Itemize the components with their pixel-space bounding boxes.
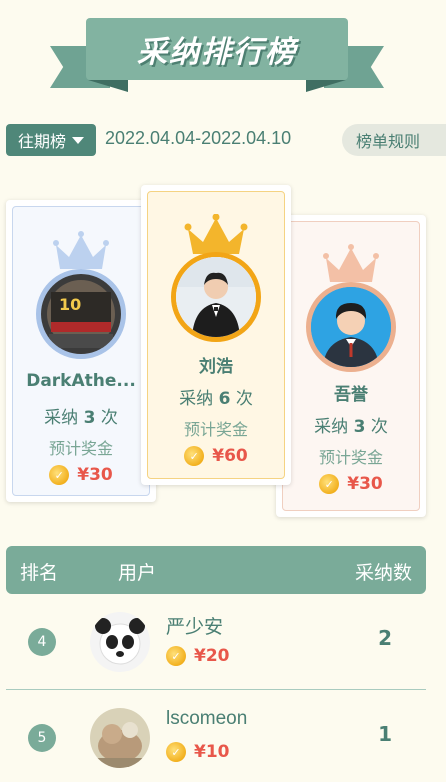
podium-card-rank-3[interactable]: 吾誉 采纳 3 次 预计奖金 ✓ ¥30: [276, 215, 426, 517]
adoption-count-suffix: 次: [100, 408, 118, 428]
adoption-count-prefix: 采纳: [179, 389, 214, 409]
user-name[interactable]: 刘浩: [148, 352, 284, 377]
avatar-image: [90, 708, 150, 768]
adoption-count-value: 3: [353, 417, 366, 437]
prize-value: ¥10: [194, 742, 230, 762]
period-dropdown-label: 往期榜: [17, 132, 66, 151]
title-banner: 采纳排行榜: [50, 16, 384, 96]
prize-amount: ✓ ¥30: [13, 465, 149, 485]
avatar: [90, 612, 150, 672]
bonus-label: 预计奖金: [318, 448, 383, 467]
avatar-image: [176, 257, 256, 337]
bonus-label: 预计奖金: [48, 439, 113, 458]
user-name[interactable]: lscomeon: [166, 708, 247, 730]
coin-icon: ✓: [166, 646, 186, 666]
adoption-count-suffix: 次: [235, 389, 253, 409]
adoption-count-prefix: 采纳: [314, 417, 349, 437]
rank-badge: 4: [28, 628, 56, 656]
adoption-count: 采纳 3 次: [283, 412, 419, 437]
adoption-count-value: 6: [218, 389, 231, 409]
adoption-count-suffix: 次: [370, 417, 388, 437]
coin-icon: ✓: [319, 474, 340, 494]
user-name[interactable]: 吾誉: [283, 380, 419, 405]
bonus-label: 预计奖金: [183, 420, 248, 439]
avatar-image: [90, 612, 150, 672]
prize-amount: ✓ ¥30: [283, 474, 419, 494]
avatar-image: 10: [41, 274, 121, 354]
prize-value: ¥30: [77, 465, 113, 485]
banner-body: 采纳排行榜: [86, 18, 348, 80]
column-header-user: 用户: [118, 562, 157, 584]
page-title: 采纳排行榜: [137, 35, 297, 70]
adoption-count: 采纳 6 次: [148, 384, 284, 409]
adoption-count: 2: [378, 626, 392, 650]
avatar: [90, 708, 150, 768]
ranking-table-header: 排名 用户 采纳数: [6, 546, 426, 594]
user-name[interactable]: 严少安: [166, 612, 223, 639]
adoption-count: 采纳 3 次: [13, 403, 149, 428]
column-header-count: 采纳数: [354, 562, 412, 584]
crown-icon: [184, 214, 248, 254]
crown-icon: [323, 244, 379, 282]
rank-badge: 5: [28, 724, 56, 752]
table-row[interactable]: 4 严少安 ✓ ¥20 2: [6, 594, 426, 690]
avatar: [306, 282, 396, 372]
adoption-count: 1: [378, 722, 392, 746]
crown-icon: [53, 231, 109, 269]
date-range: 2022.04.04-2022.04.10: [105, 128, 292, 148]
adoption-count-prefix: 采纳: [44, 408, 79, 428]
podium-card-rank-1[interactable]: 刘浩 采纳 6 次 预计奖金 ✓ ¥60: [141, 185, 291, 485]
coin-icon: ✓: [184, 446, 205, 466]
svg-text:10: 10: [59, 295, 81, 314]
table-row[interactable]: 5 lscomeon ✓ ¥10 1: [6, 690, 426, 782]
podium-card-inner: 10 DarkAthe... 采纳 3 次 预计奖金 ✓ ¥30: [12, 206, 150, 496]
podium-card-inner: 刘浩 采纳 6 次 预计奖金 ✓ ¥60: [147, 191, 285, 479]
adoption-count-value: 3: [83, 408, 96, 428]
avatar: [171, 252, 261, 342]
prize-amount: ✓ ¥20: [166, 646, 230, 666]
prize-amount: ✓ ¥10: [166, 742, 230, 762]
avatar-image: [311, 287, 391, 367]
caret-down-icon: [72, 136, 84, 144]
prize-value: ¥60: [212, 446, 248, 466]
prize-value: ¥20: [194, 646, 230, 666]
period-dropdown-button[interactable]: 往期榜: [6, 124, 96, 156]
prize-amount: ✓ ¥60: [148, 446, 284, 466]
podium-card-inner: 吾誉 采纳 3 次 预计奖金 ✓ ¥30: [282, 221, 420, 511]
rules-button[interactable]: 榜单规则: [342, 124, 446, 156]
coin-icon: ✓: [49, 465, 70, 485]
podium-card-rank-2[interactable]: 10 DarkAthe... 采纳 3 次 预计奖金 ✓ ¥30: [6, 200, 156, 502]
prize-value: ¥30: [347, 474, 383, 494]
user-name[interactable]: DarkAthe...: [13, 371, 149, 391]
avatar: 10: [36, 269, 126, 359]
coin-icon: ✓: [166, 742, 186, 762]
column-header-rank: 排名: [20, 562, 59, 584]
